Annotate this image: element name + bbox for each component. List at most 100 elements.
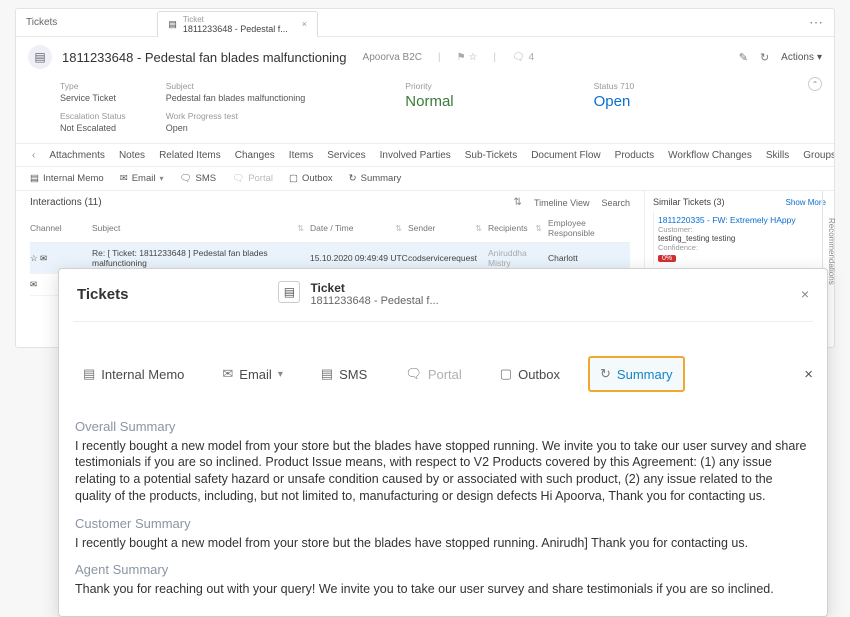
col-employee[interactable]: Employee Responsible	[548, 218, 630, 238]
overall-summary-heading: Overall Summary	[75, 418, 811, 436]
tab-notes[interactable]: Notes	[119, 150, 145, 161]
type-label: Type	[60, 81, 126, 91]
popup-tab-title: 1811233648 - Pedestal f...	[310, 295, 438, 307]
collapse-info-icon[interactable]: ⌃	[808, 77, 822, 91]
popup-tab-outbox[interactable]: ▢Outbox	[490, 358, 570, 390]
compose-sms[interactable]: 🗨 SMS	[179, 173, 216, 184]
status-value: Open	[594, 93, 635, 110]
ticket-popup: Tickets ▤ Ticket 1811233648 - Pedestal f…	[58, 268, 828, 617]
popup-tab-portal: 🗨Portal	[395, 358, 471, 390]
tab-services[interactable]: Services	[327, 150, 365, 161]
sms-icon: ▤	[321, 366, 333, 382]
sort-icon[interactable]: ⇅	[514, 197, 522, 208]
escalation-value: Not Escalated	[60, 123, 126, 133]
tab-attachments[interactable]: Attachments	[49, 150, 105, 161]
popup-tabs: ▤Internal Memo ✉Email▾ ▤SMS 🗨Portal ▢Out…	[59, 346, 827, 402]
popup-header: Tickets ▤ Ticket 1811233648 - Pedestal f…	[59, 269, 827, 315]
tab-products[interactable]: Products	[615, 150, 654, 161]
close-popup-icon[interactable]: ×	[801, 286, 809, 302]
similar-ticket-item[interactable]: 1811220335 - FW: Extremely HAppy Custome…	[653, 211, 826, 265]
type-value: Service Ticket	[60, 93, 126, 103]
memo-icon: ▤	[83, 366, 95, 382]
tab-involved-parties[interactable]: Involved Parties	[380, 150, 451, 161]
tab-document-flow[interactable]: Document Flow	[531, 150, 600, 161]
tab-changes[interactable]: Changes	[235, 150, 275, 161]
summary-icon: ↻	[600, 366, 611, 382]
subject-label: Subject	[166, 81, 306, 91]
col-date[interactable]: Date / Time	[310, 223, 353, 233]
channel-icon: ☆ ✉	[30, 253, 47, 264]
ticket-icon-circle: ▤	[28, 45, 52, 69]
agent-summary-heading: Agent Summary	[75, 561, 811, 579]
popup-title: Tickets	[77, 286, 128, 303]
compose-internal-memo[interactable]: ▤ Internal Memo	[30, 173, 104, 184]
tab-skills[interactable]: Skills	[766, 150, 789, 161]
show-more-link[interactable]: Show More	[786, 198, 826, 207]
search-btn[interactable]: Search	[601, 198, 630, 208]
compose-portal: 🗨 Portal	[232, 173, 273, 184]
channel-icon: ✉	[30, 279, 37, 290]
customer-summary-text: I recently bought a new model from your …	[75, 535, 811, 552]
confidence-badge: 0%	[658, 255, 676, 262]
tab-sub-tickets[interactable]: Sub-Tickets	[465, 150, 517, 161]
ticket-info-row: Type Service Ticket Escalation Status No…	[16, 77, 834, 143]
compose-outbox[interactable]: ▢ Outbox	[289, 173, 333, 184]
email-icon: ✉	[222, 366, 233, 382]
ticket-icon: ▤	[168, 19, 177, 30]
tab-title: 1811233648 - Pedestal f...	[183, 24, 288, 34]
similar-title: Similar Tickets	[653, 197, 711, 207]
compose-summary[interactable]: ↻ Summary	[349, 173, 402, 184]
popup-tab-sms[interactable]: ▤SMS	[311, 358, 377, 390]
close-tabs-icon[interactable]: ×	[804, 366, 813, 383]
tab-items[interactable]: Items	[289, 150, 313, 161]
agent-summary-text: Thank you for reaching out with your que…	[75, 581, 811, 598]
ticket-flag-icons[interactable]: ⚑ ☆	[457, 52, 478, 63]
portal-icon: 🗨	[405, 366, 422, 382]
workprogress-label: Work Progress test	[166, 111, 306, 121]
workprogress-value: Open	[166, 123, 306, 133]
escalation-label: Escalation Status	[60, 111, 126, 121]
summary-body: Overall Summary I recently bought a new …	[59, 402, 827, 616]
interactions-title: Interactions	[30, 197, 82, 208]
ticket-nav-tabs: ‹ Attachments Notes Related Items Change…	[16, 143, 834, 167]
popup-tab-summary[interactable]: ↻Summary	[588, 356, 685, 392]
tab-workflow-changes[interactable]: Workflow Changes	[668, 150, 752, 161]
popup-tab-internal-memo[interactable]: ▤Internal Memo	[73, 358, 194, 390]
ticket-icon: ▤	[278, 281, 300, 303]
priority-value: Normal	[405, 93, 453, 110]
comment-count[interactable]: 🗨 4	[512, 52, 534, 63]
open-ticket-tab[interactable]: ▤ Ticket 1811233648 - Pedestal f... ×	[157, 11, 318, 37]
similar-count: (3)	[714, 197, 725, 207]
divider	[73, 321, 813, 322]
edit-icon[interactable]: ✎	[739, 51, 748, 64]
close-tab-icon[interactable]: ×	[302, 19, 307, 29]
subject-value: Pedestal fan blades malfunctioning	[166, 93, 306, 103]
breadcrumb-title[interactable]: Tickets	[26, 17, 57, 28]
priority-label: Priority	[405, 81, 453, 91]
status-label: Status 710	[594, 81, 635, 91]
refresh-icon[interactable]: ↻	[760, 51, 769, 64]
background-topbar: Tickets ▤ Ticket 1811233648 - Pedestal f…	[16, 9, 834, 37]
actions-button[interactable]: Actions ▾	[781, 52, 822, 63]
popup-tab-email[interactable]: ✉Email▾	[212, 358, 292, 390]
tab-groups[interactable]: Groups	[803, 150, 834, 161]
col-channel[interactable]: Channel	[30, 223, 62, 233]
customer-summary-heading: Customer Summary	[75, 515, 811, 533]
ticket-title: 1811233648 - Pedestal fan blades malfunc…	[62, 50, 347, 65]
overall-summary-text: I recently bought a new model from your …	[75, 438, 811, 506]
compose-email[interactable]: ✉ Email ▾	[120, 173, 164, 184]
popup-tab-category: Ticket	[310, 281, 438, 295]
chevron-down-icon[interactable]: ▾	[278, 369, 283, 380]
ticket-source: Apoorva B2C	[363, 52, 422, 63]
timeline-view-btn[interactable]: Timeline View	[534, 198, 590, 208]
col-recipients[interactable]: Recipients	[488, 223, 528, 233]
nav-prev-icon[interactable]: ‹	[32, 150, 35, 161]
outbox-icon: ▢	[500, 366, 512, 382]
col-sender[interactable]: Sender	[408, 223, 435, 233]
col-subject[interactable]: Subject	[92, 223, 120, 233]
interactions-table-header: Channel Subject⇅ Date / Time⇅ Sender⇅ Re…	[30, 214, 630, 243]
interactions-count: (11)	[84, 197, 101, 208]
more-icon[interactable]: ⋯	[809, 14, 824, 31]
tab-related-items[interactable]: Related Items	[159, 150, 221, 161]
ticket-header: ▤ 1811233648 - Pedestal fan blades malfu…	[16, 37, 834, 77]
